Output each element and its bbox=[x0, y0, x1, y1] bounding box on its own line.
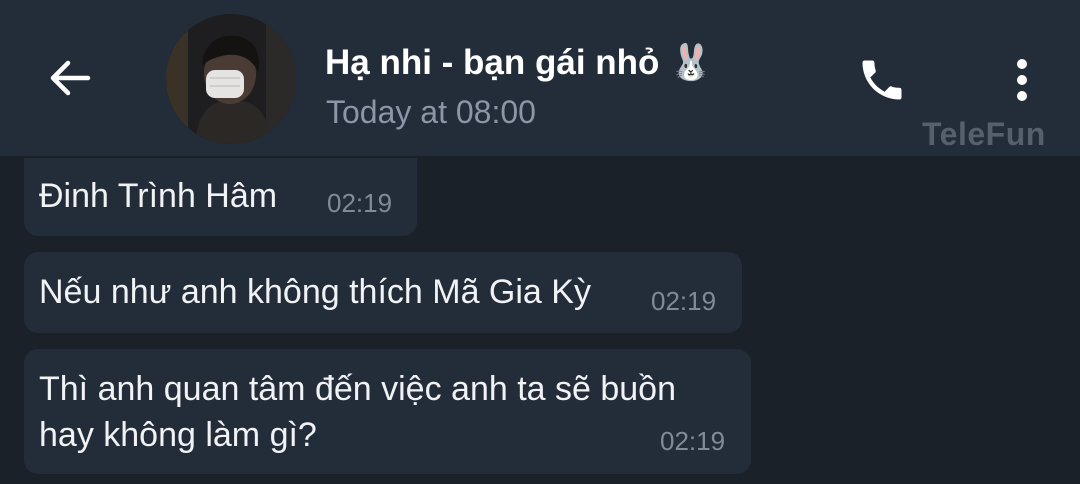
more-vertical-icon bbox=[1017, 59, 1027, 101]
message-text: Đinh Trình Hâm bbox=[39, 177, 278, 215]
watermark: TeleFun bbox=[922, 116, 1046, 152]
message-text-line-1: Thì anh quan tâm đến việc anh ta sẽ buồn bbox=[39, 370, 677, 408]
chat-screen: Hạ nhi - bạn gái nhỏ 🐰 Today at 08:00 Te… bbox=[0, 0, 1080, 484]
call-button[interactable] bbox=[852, 50, 912, 110]
avatar-image bbox=[166, 14, 296, 144]
message-bubble[interactable]: Nếu như anh không thích Mã Gia Kỳ 02:19 bbox=[24, 252, 742, 333]
message-bubble[interactable]: Đinh Trình Hâm 02:19 bbox=[24, 158, 417, 236]
last-seen-status: Today at 08:00 bbox=[326, 94, 536, 130]
message-time: 02:19 bbox=[327, 188, 393, 218]
phone-icon bbox=[862, 60, 902, 100]
chat-header: Hạ nhi - bạn gái nhỏ 🐰 Today at 08:00 Te… bbox=[0, 0, 1080, 156]
message-time: 02:19 bbox=[651, 286, 717, 316]
message-text-line-2: hay không làm gì? bbox=[39, 416, 317, 454]
more-options-button[interactable] bbox=[1000, 50, 1044, 110]
message-text: Nếu như anh không thích Mã Gia Kỳ bbox=[39, 273, 591, 311]
arrow-left-icon bbox=[50, 60, 91, 96]
avatar[interactable] bbox=[166, 14, 296, 144]
message-time: 02:19 bbox=[660, 426, 726, 456]
back-button[interactable] bbox=[44, 52, 96, 104]
chat-title[interactable]: Hạ nhi - bạn gái nhỏ 🐰 bbox=[325, 42, 713, 83]
message-bubble[interactable]: Thì anh quan tâm đến việc anh ta sẽ buồn… bbox=[24, 349, 751, 474]
